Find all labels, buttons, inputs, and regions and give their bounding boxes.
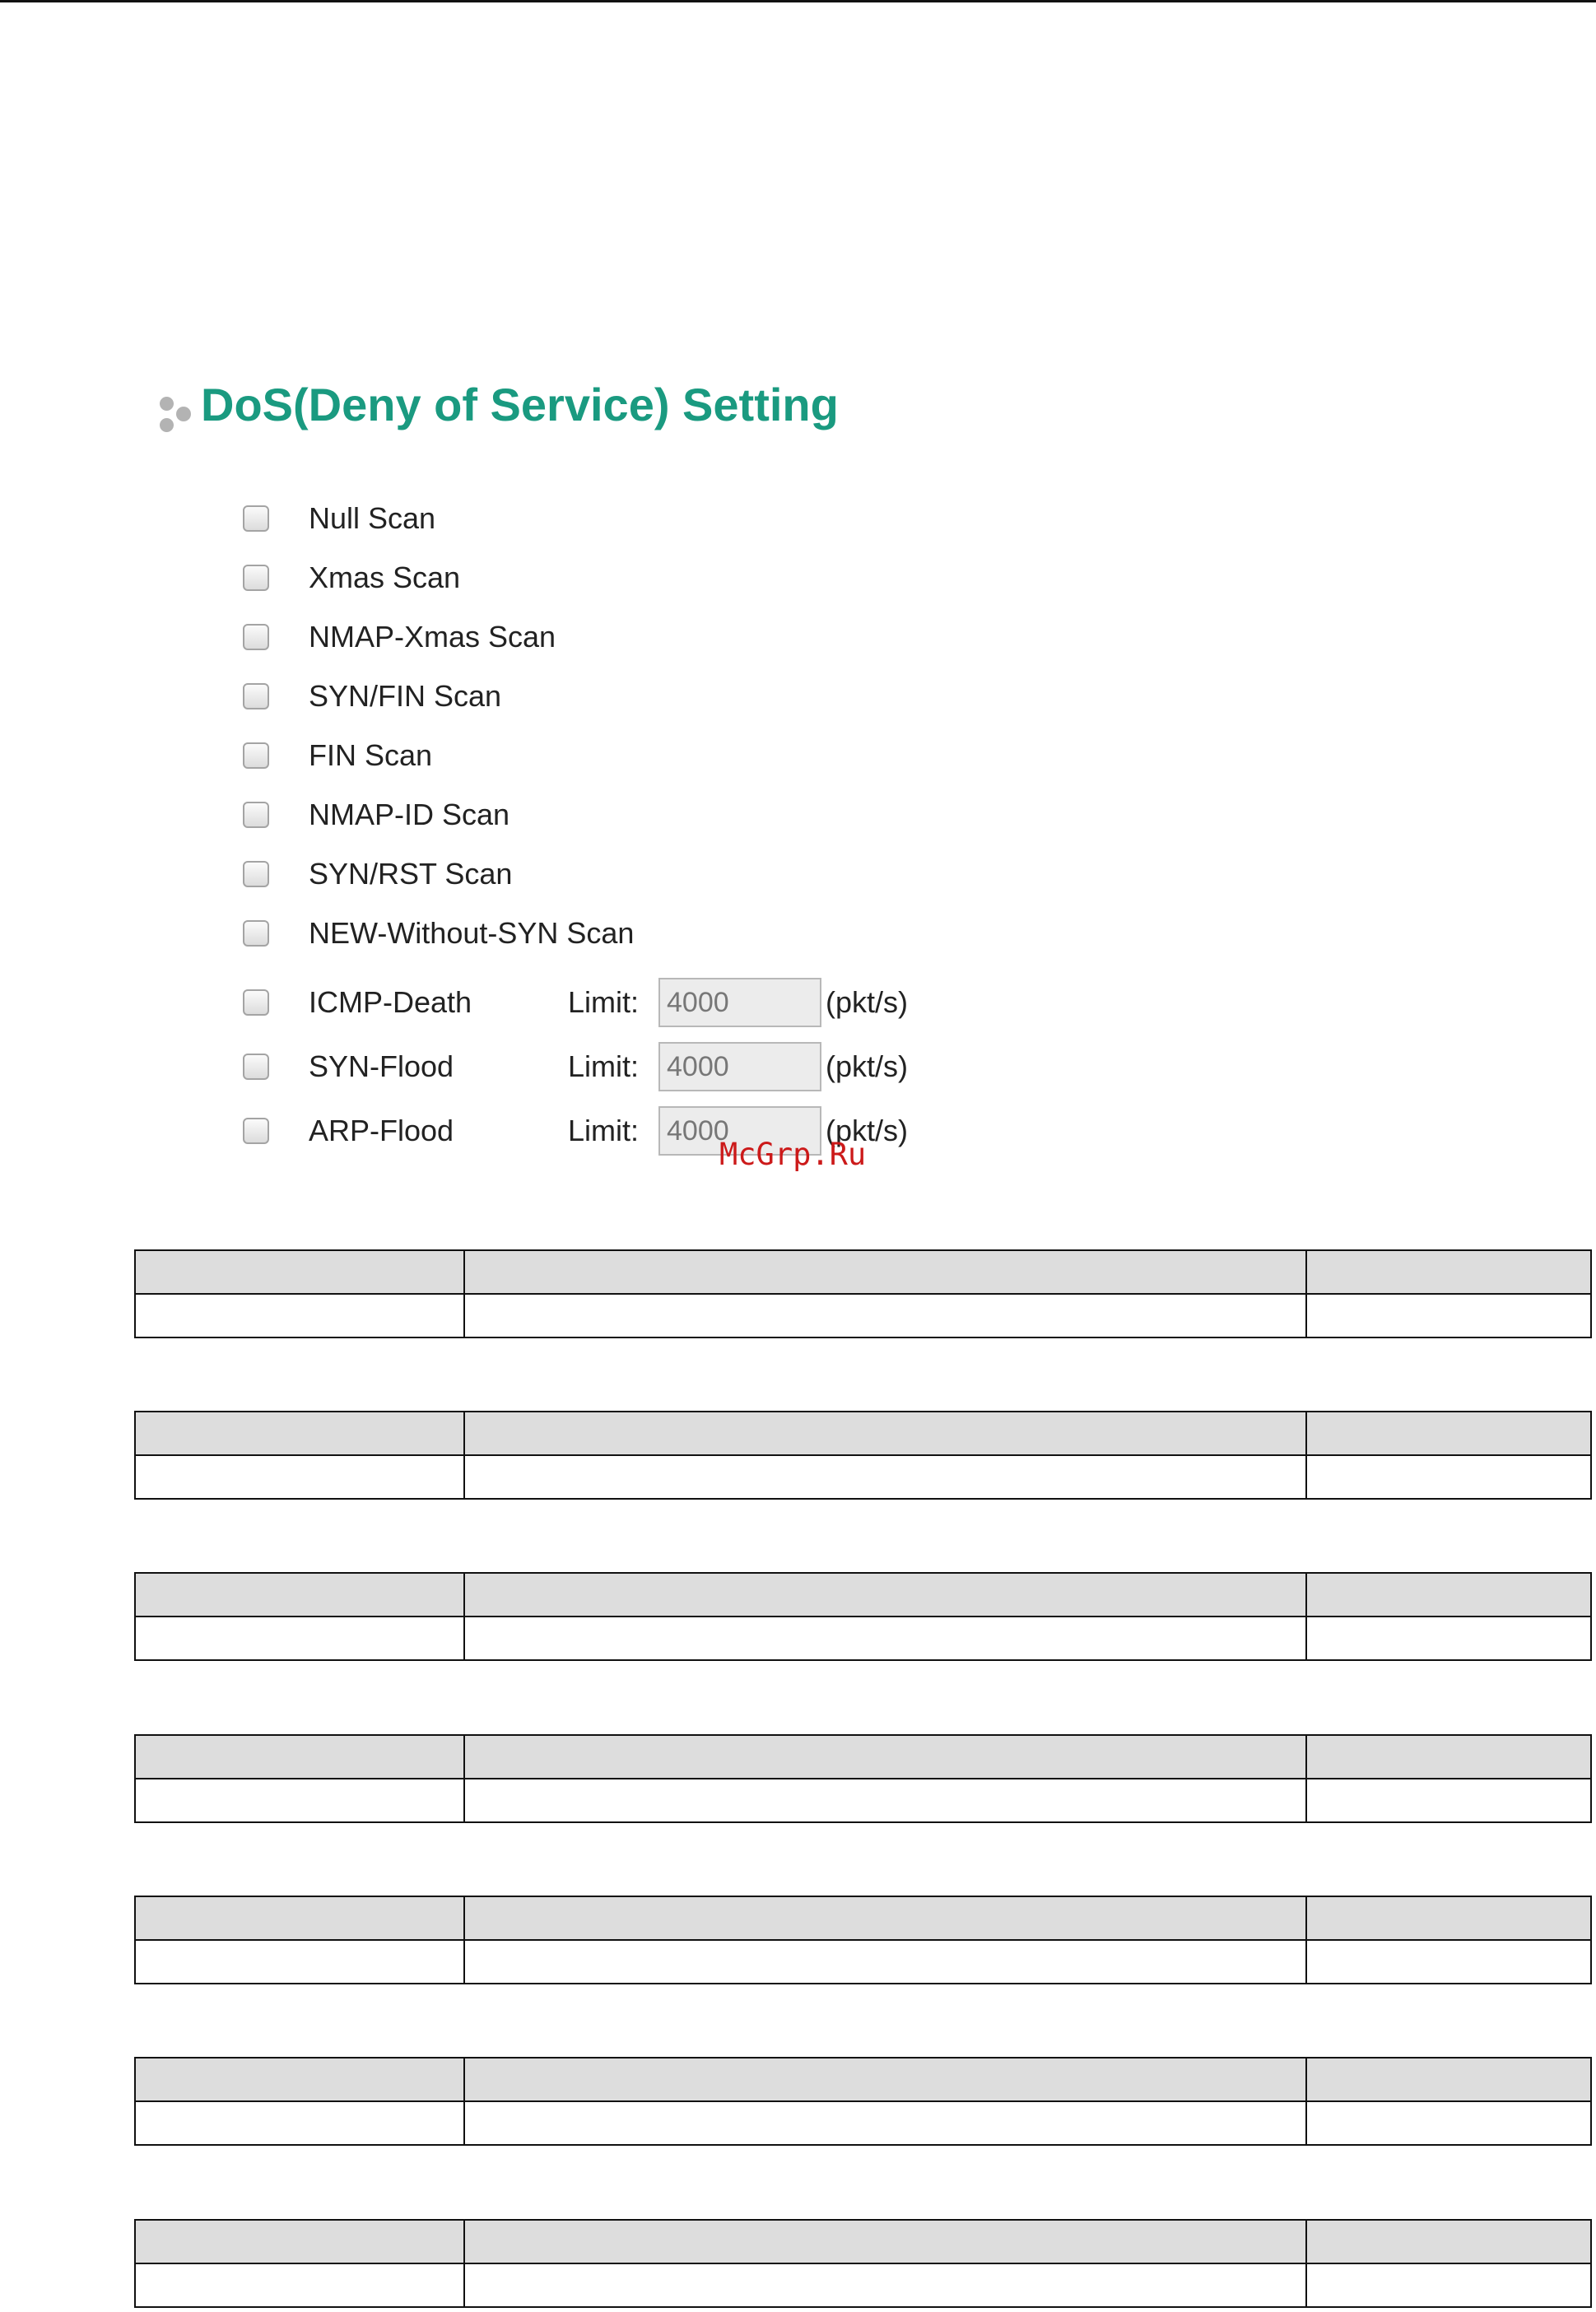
unit-label: (pkt/s) [826, 985, 909, 1019]
section-header: DoS(Deny of Service) Setting [156, 379, 839, 432]
option-fin-scan: FIN Scan [243, 735, 432, 776]
unit-label: (pkt/s) [826, 1049, 909, 1083]
option-label: Null Scan [309, 501, 436, 535]
limit-label: Limit: [568, 1049, 640, 1083]
syn-fin-scan-checkbox[interactable] [243, 683, 269, 709]
table-header-row [134, 1249, 1592, 1295]
watermark: McGrp.Ru [719, 1137, 867, 1172]
option-syn-flood: SYN-Flood Limit: (pkt/s) [243, 1042, 908, 1091]
option-label: FIN Scan [309, 738, 433, 772]
top-rule [0, 0, 1596, 2]
icmp-death-checkbox[interactable] [243, 989, 269, 1016]
arp-flood-checkbox[interactable] [243, 1118, 269, 1144]
setting-table [134, 1734, 1592, 1823]
option-syn-rst-scan: SYN/RST Scan [243, 854, 512, 895]
option-nmap-id-scan: NMAP-ID Scan [243, 794, 510, 835]
syn-flood-limit-input[interactable] [658, 1042, 821, 1091]
option-syn-fin-scan: SYN/FIN Scan [243, 676, 501, 717]
option-xmas-scan: Xmas Scan [243, 557, 460, 598]
table-header-row [134, 1734, 1592, 1779]
table-header-row [134, 2057, 1592, 2102]
option-label: ARP-Flood [309, 1114, 454, 1147]
option-label: SYN-Flood [309, 1049, 454, 1083]
section-title: DoS(Deny of Service) Setting [201, 379, 839, 430]
icmp-death-limit-input[interactable] [658, 978, 821, 1027]
table-row [134, 1778, 1592, 1823]
table-row [134, 1939, 1592, 1984]
new-without-syn-scan-checkbox[interactable] [243, 920, 269, 947]
bullet-dots-icon [156, 380, 198, 432]
table-row [134, 2263, 1592, 2308]
option-label: Xmas Scan [309, 561, 461, 594]
option-label: ICMP-Death [309, 985, 472, 1019]
syn-rst-scan-checkbox[interactable] [243, 861, 269, 887]
setting-table [134, 1896, 1592, 1984]
option-null-scan: Null Scan [243, 498, 435, 539]
fin-scan-checkbox[interactable] [243, 742, 269, 769]
option-label: SYN/FIN Scan [309, 679, 502, 713]
table-header-row [134, 1896, 1592, 1941]
table-header-row [134, 1572, 1592, 1617]
option-label: SYN/RST Scan [309, 857, 513, 891]
nmap-xmas-scan-checkbox[interactable] [243, 624, 269, 650]
limit-label: Limit: [568, 985, 640, 1019]
table-row [134, 1454, 1592, 1500]
xmas-scan-checkbox[interactable] [243, 565, 269, 591]
setting-table [134, 1572, 1592, 1661]
setting-table [134, 2219, 1592, 2308]
table-row [134, 2100, 1592, 2146]
setting-table [134, 2057, 1592, 2146]
table-header-row [134, 2219, 1592, 2264]
table-header-row [134, 1411, 1592, 1456]
table-row [134, 1616, 1592, 1661]
syn-flood-checkbox[interactable] [243, 1054, 269, 1080]
null-scan-checkbox[interactable] [243, 505, 269, 532]
table-row [134, 1293, 1592, 1338]
option-new-without-syn-scan: NEW-Without-SYN Scan [243, 913, 634, 954]
option-arp-flood: ARP-Flood Limit: (pkt/s) [243, 1106, 908, 1156]
nmap-id-scan-checkbox[interactable] [243, 802, 269, 828]
setting-table [134, 1249, 1592, 1338]
option-label: NEW-Without-SYN Scan [309, 916, 635, 950]
option-icmp-death: ICMP-Death Limit: (pkt/s) [243, 978, 908, 1027]
option-label: NMAP-ID Scan [309, 798, 510, 831]
setting-table [134, 1411, 1592, 1500]
limit-label: Limit: [568, 1114, 640, 1147]
option-label: NMAP-Xmas Scan [309, 620, 556, 654]
option-nmap-xmas-scan: NMAP-Xmas Scan [243, 616, 556, 658]
